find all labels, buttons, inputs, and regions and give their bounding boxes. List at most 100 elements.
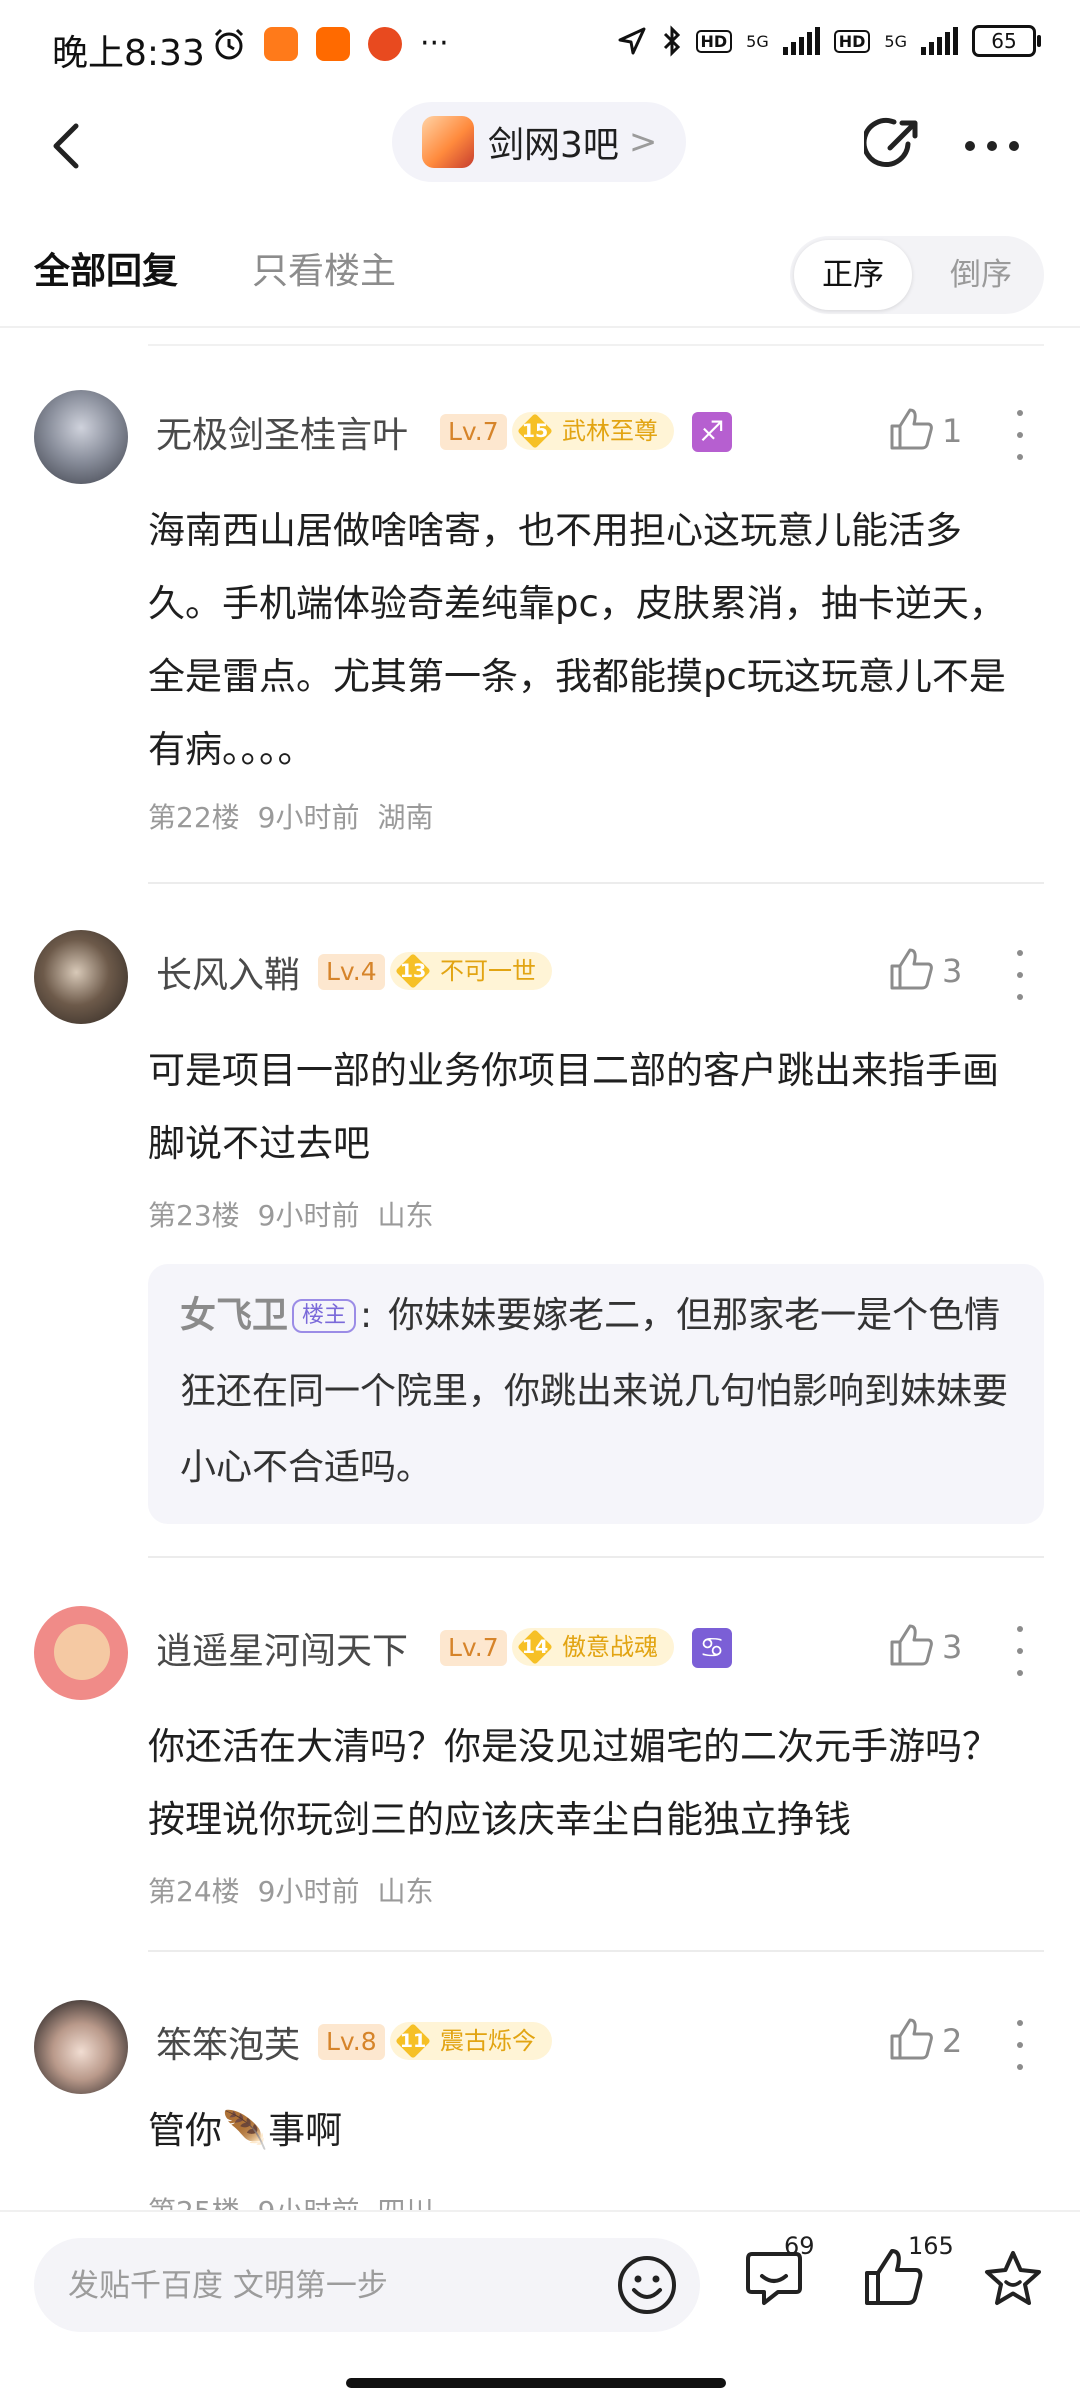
- hd-icon: HD: [695, 29, 733, 53]
- share-button[interactable]: [861, 114, 924, 174]
- battery-icon: 65: [972, 25, 1041, 57]
- username[interactable]: 逍遥星河闯天下: [156, 1622, 408, 1674]
- floor-number: 第22楼: [148, 801, 240, 834]
- signal-icon: [782, 27, 820, 55]
- star-icon: [985, 2251, 1041, 2305]
- order-toggle: 正序 倒序: [790, 236, 1044, 314]
- bluetooth-icon: [663, 25, 680, 57]
- floor-number: 第23楼: [148, 1199, 240, 1232]
- status-bar: 晚上8:33 ··· HD 5G HD 5G 65: [0, 0, 1080, 96]
- thumbs-up-icon: [890, 408, 933, 450]
- title-badge: 14 傲意战魂: [512, 1628, 674, 1666]
- comment-count: 69: [784, 2232, 815, 2260]
- floor-number: 第25楼: [148, 2195, 240, 2210]
- ip-location: 湖南: [377, 801, 434, 834]
- mi-app-icon: [316, 26, 350, 61]
- emoji-icon: [618, 2256, 676, 2314]
- more-options-icon[interactable]: [1012, 950, 1028, 1000]
- comment-button[interactable]: 69: [742, 2232, 815, 2316]
- floor-number: 第24楼: [148, 1875, 240, 1908]
- post-time: 9小时前: [257, 801, 360, 834]
- reply-tabs: 全部回复 只看楼主 正序 倒序: [0, 212, 1080, 328]
- signal-icon-2: [921, 27, 958, 55]
- reply-meta: 第22楼 9小时前 湖南: [148, 796, 451, 836]
- level-badge: Lv.4: [318, 954, 385, 990]
- sub-reply-author[interactable]: 女飞卫: [180, 1295, 288, 1336]
- like-button[interactable]: 3: [884, 942, 994, 1002]
- nav-bar: 剑网3吧 >: [0, 96, 1080, 196]
- forum-logo-icon: [422, 116, 474, 168]
- more-notifications-icon: ···: [420, 26, 449, 61]
- back-button[interactable]: [44, 118, 94, 174]
- forum-entry-button[interactable]: 剑网3吧 >: [392, 102, 686, 182]
- more-options-icon[interactable]: [1012, 410, 1028, 460]
- post-time: 9小时前: [257, 1199, 360, 1232]
- username[interactable]: 笨笨泡芙: [156, 2016, 300, 2068]
- share-icon: [861, 118, 918, 167]
- network-type-2: 5G: [884, 31, 907, 51]
- order-asc-button[interactable]: 正序: [794, 240, 912, 310]
- ip-location: 四川: [377, 2195, 433, 2210]
- sub-reply[interactable]: 女飞卫 楼主: 你妹妹要嫁老二，但那家老一是个色情狂还在同一个院里，你跳出来说几句怕…: [148, 1264, 1044, 1524]
- favorite-button[interactable]: [982, 2248, 1052, 2318]
- more-icon: [965, 141, 1019, 151]
- post-time: 9小时前: [257, 1875, 360, 1908]
- reply-item: 笨笨泡芙 Lv.8 11 震古烁今 2 管你🪶事啊 第25楼 9小时前 四川: [0, 1990, 1080, 2210]
- app-notification-icon: [264, 26, 298, 61]
- reply-content: 海南西山居做啥啥寄，也不用担心这玩意儿能活多久。手机端体验奇差纯靠pc，皮肤累消…: [148, 509, 1006, 771]
- more-options-icon[interactable]: [1012, 2020, 1028, 2070]
- avatar[interactable]: [34, 1606, 128, 1700]
- status-time: 晚上8:33: [52, 33, 205, 74]
- hd-icon-2: HD: [833, 29, 871, 53]
- reply-input[interactable]: [66, 2256, 630, 2316]
- divider: [148, 1950, 1044, 1952]
- username[interactable]: 无极剑圣桂言叶: [156, 406, 408, 458]
- post-time: 9小时前: [258, 2195, 360, 2210]
- back-arrow-icon: [53, 123, 79, 169]
- tab-all-replies[interactable]: 全部回复: [34, 242, 178, 294]
- chevron-right-icon: >: [628, 122, 658, 162]
- like-button[interactable]: 1: [884, 402, 994, 462]
- order-desc-button[interactable]: 倒序: [922, 240, 1040, 310]
- ip-location: 山东: [377, 1875, 434, 1908]
- avatar[interactable]: [34, 930, 128, 1024]
- network-type-1: 5G: [746, 31, 769, 51]
- alarm-icon: [214, 28, 244, 59]
- tab-owner-only[interactable]: 只看楼主: [252, 242, 396, 294]
- owner-tag: 楼主: [292, 1299, 357, 1333]
- location-icon: [618, 27, 645, 55]
- reply-meta: 第24楼 9小时前 山东: [148, 1870, 451, 1910]
- username[interactable]: 长风入鞘: [156, 946, 300, 998]
- zodiac-sagittarius-icon: ♐: [692, 412, 732, 452]
- reply-content: 你还活在大清吗？你是没见过媚宅的二次元手游吗？按理说你玩剑三的应该庆幸尘白能独立…: [148, 1725, 999, 1841]
- more-button[interactable]: [960, 118, 1024, 174]
- divider: [148, 882, 1044, 884]
- reply-content: 可是项目一部的业务你项目二部的客户跳出来指手画脚说不过去吧: [148, 1049, 999, 1165]
- like-button[interactable]: 2: [884, 2012, 994, 2072]
- zodiac-cancer-icon: ♋: [692, 1628, 732, 1668]
- level-badge: Lv.7: [440, 1630, 507, 1666]
- more-options-icon[interactable]: [1012, 1626, 1028, 1676]
- reply-meta: 第23楼 9小时前 山东: [148, 1194, 451, 1234]
- reply-item: 逍遥星河闯天下 Lv.7 14 傲意战魂 ♋ 3 你还活在大清吗？你是没见过媚宅…: [0, 1596, 1080, 1936]
- bottom-bar: 69 165: [0, 2210, 1080, 2402]
- avatar[interactable]: [34, 390, 128, 484]
- like-button[interactable]: 3: [884, 1618, 994, 1678]
- thumbs-up-icon: [890, 1624, 933, 1666]
- taobao-app-icon: [368, 26, 402, 61]
- divider: [148, 1556, 1044, 1558]
- title-badge: 13 不可一世: [390, 952, 552, 990]
- reply-composer[interactable]: [34, 2238, 700, 2332]
- avatar[interactable]: [34, 2000, 128, 2094]
- reply-item: 无极剑圣桂言叶 Lv.7 15 武林至尊 ♐ 1 海南西山居做啥啥寄，也不用担心…: [0, 380, 1080, 880]
- status-notification-icons: ···: [212, 26, 449, 61]
- post-like-button[interactable]: 165: [862, 2232, 954, 2316]
- sub-reply-colon: :: [360, 1295, 373, 1336]
- title-badge: 15 武林至尊: [512, 412, 674, 450]
- emoji-button[interactable]: [616, 2254, 678, 2316]
- status-right: HD 5G HD 5G 65: [616, 24, 1041, 58]
- thumbs-up-icon: [890, 948, 933, 990]
- forum-name: 剑网3吧: [488, 125, 619, 166]
- home-indicator[interactable]: [346, 2378, 726, 2388]
- reply-meta: 第25楼 9小时前 四川: [148, 2190, 451, 2210]
